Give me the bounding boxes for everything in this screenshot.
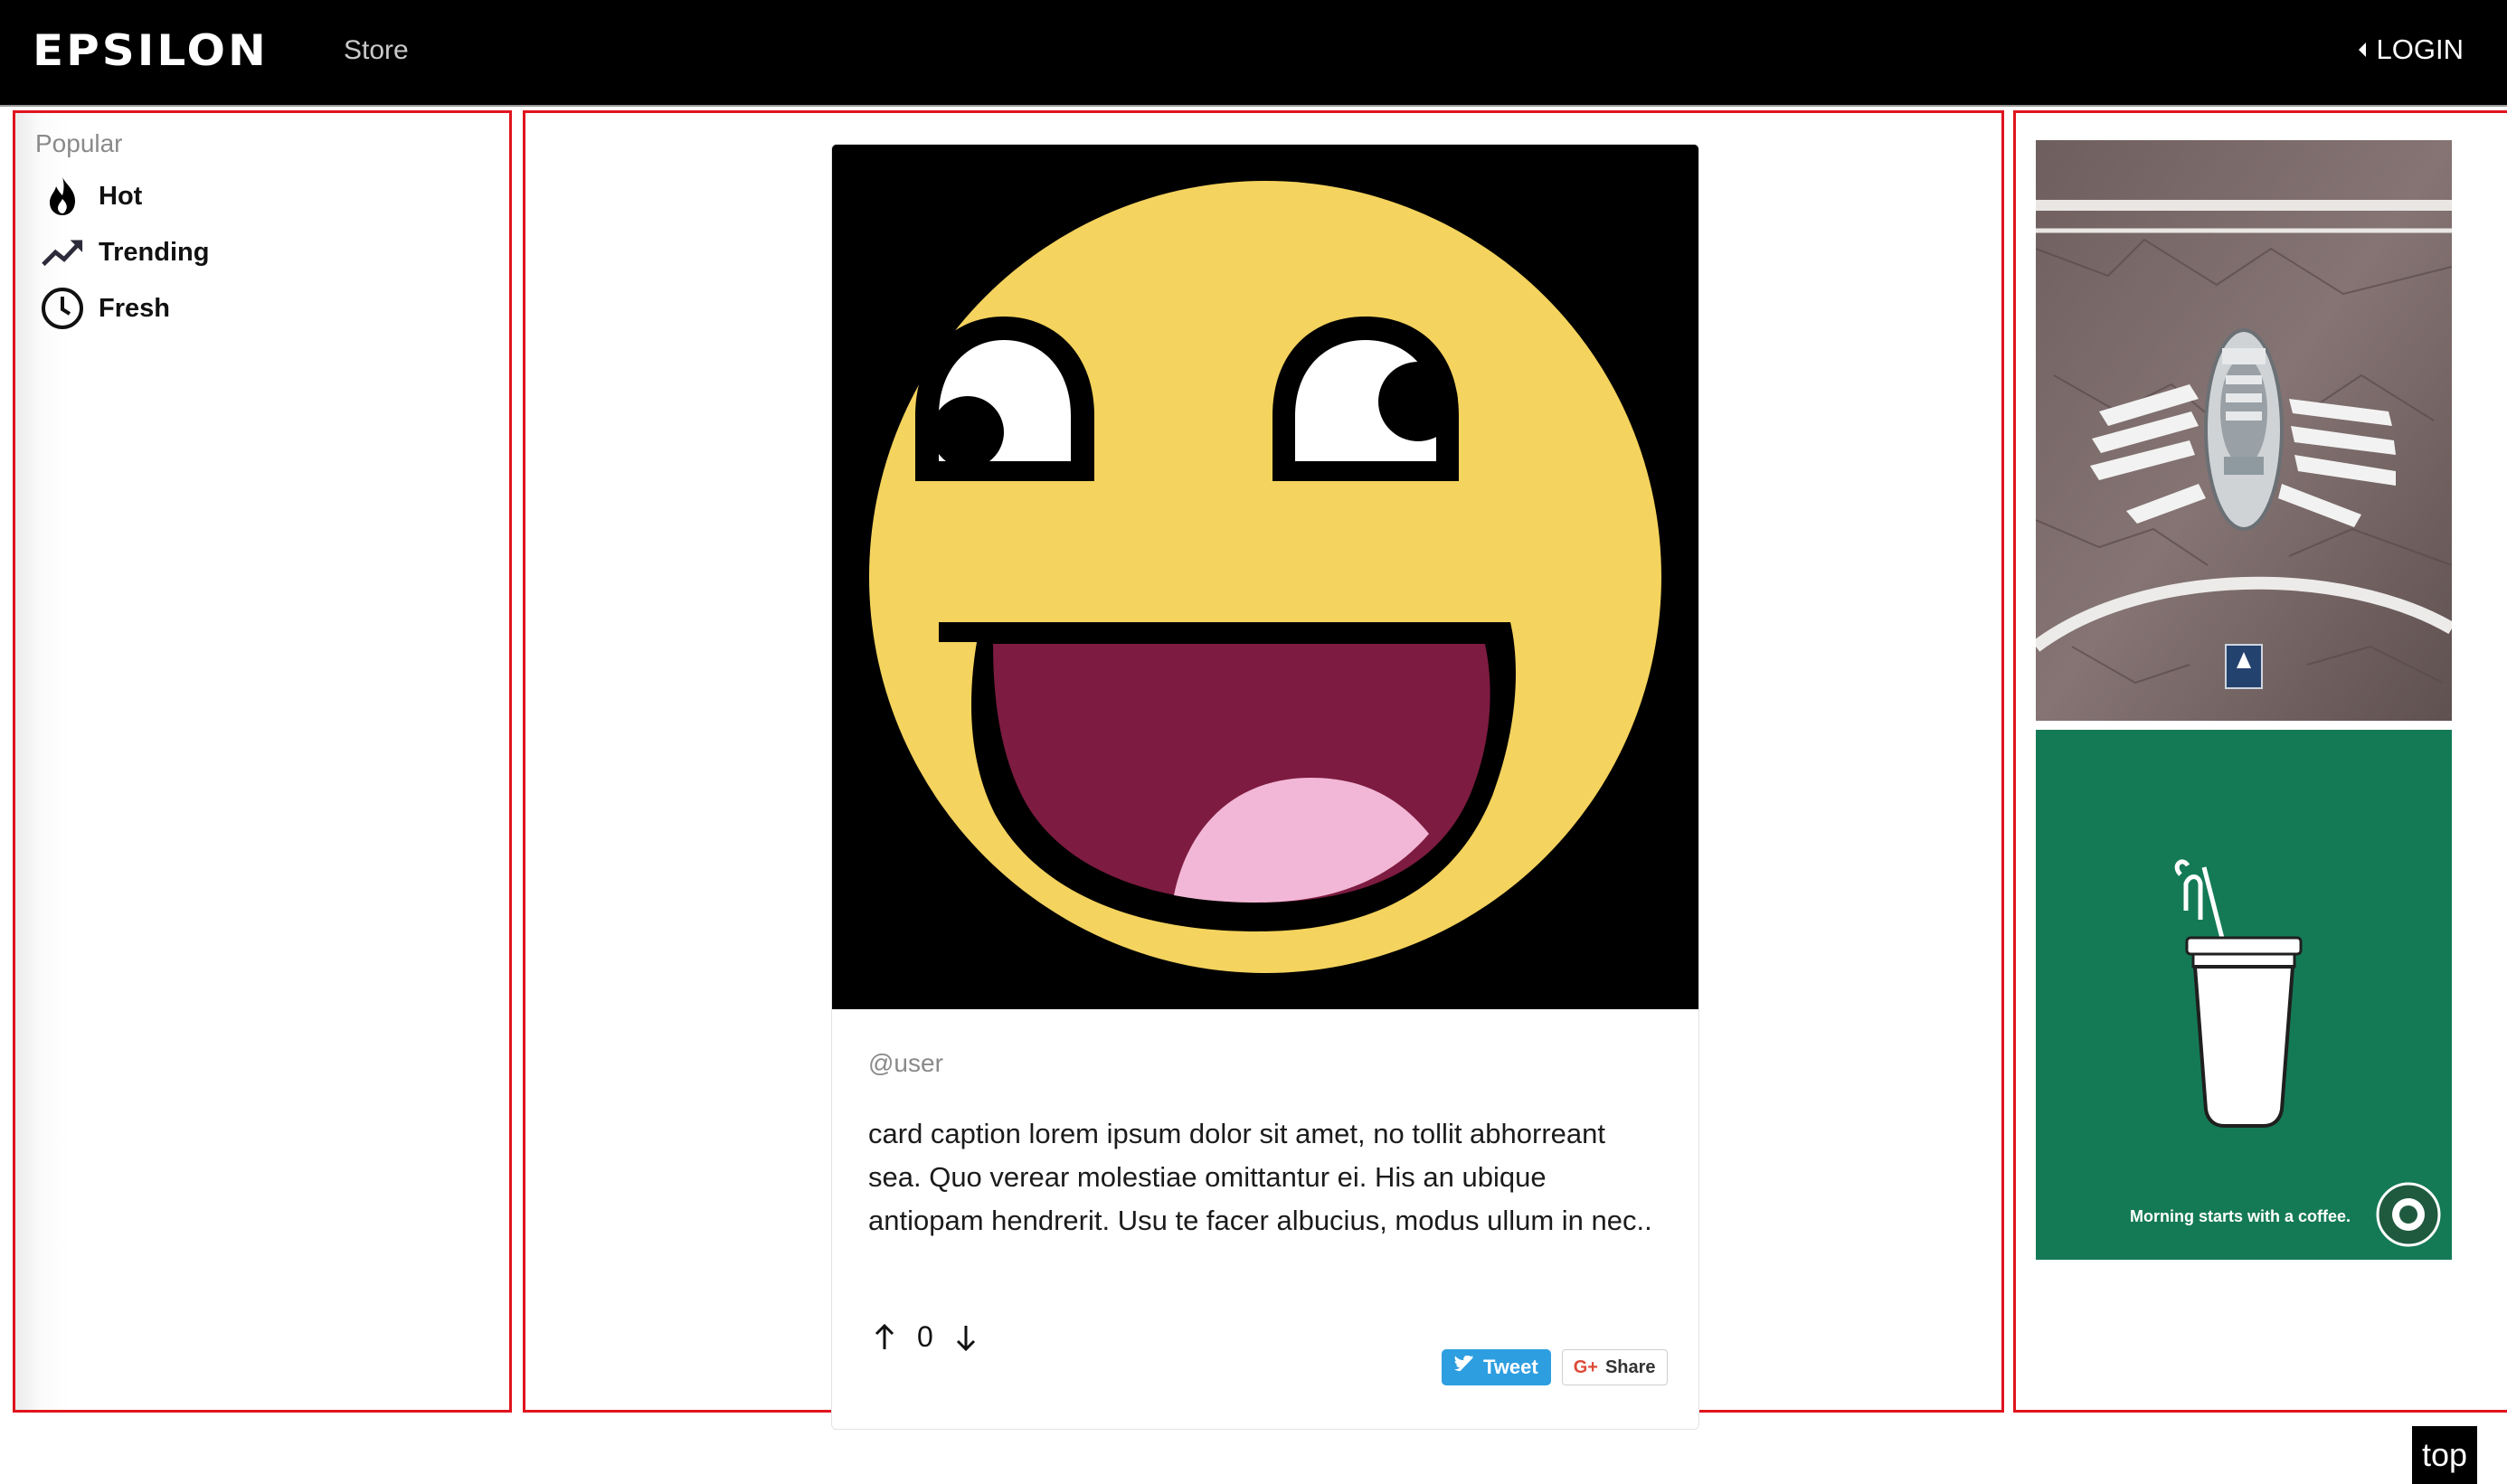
- starbucks-tagline: Morning starts with a coffee.: [2130, 1207, 2351, 1225]
- share-buttons: Tweet G+ Share: [1442, 1349, 1668, 1385]
- store-link[interactable]: Store: [344, 33, 409, 69]
- trending-up-icon: [41, 231, 84, 274]
- vote-controls: 0: [872, 1320, 979, 1354]
- post-caption: card caption lorem ipsum dolor sit amet,…: [868, 1118, 1652, 1236]
- starbucks-ad[interactable]: Morning starts with a coffee.: [2036, 730, 2452, 1260]
- clock-icon: [41, 287, 84, 330]
- post-card: @user card caption lorem ipsum dolor sit…: [831, 144, 1699, 1430]
- sidebar-section-title: Popular: [35, 129, 123, 157]
- upvote-arrow-icon[interactable]: [872, 1321, 897, 1354]
- downvote-arrow-icon[interactable]: [953, 1321, 979, 1354]
- sidebar-item-label: Trending: [99, 237, 210, 267]
- share-label: Share: [1604, 1356, 1656, 1377]
- post-username[interactable]: @user: [868, 1049, 943, 1078]
- sidebar-item-label: Hot: [99, 181, 143, 211]
- right-ads-column: Morning starts with a coffee. top: [2013, 110, 2507, 1484]
- caret-left-icon: [2358, 43, 2366, 57]
- login-label: LOGIN: [2376, 33, 2464, 65]
- main-feed: @user card caption lorem ipsum dolor sit…: [523, 110, 2004, 1430]
- top-navbar: EPSILON Store LOGIN: [0, 0, 2507, 107]
- twitter-bird-icon: [1453, 1355, 1476, 1379]
- tweet-button[interactable]: Tweet: [1442, 1349, 1551, 1385]
- left-sidebar: Popular Hot Trending Fresh: [13, 110, 512, 1413]
- flame-icon: [41, 175, 84, 218]
- post-image[interactable]: [832, 145, 1698, 1009]
- sidebar-item-hot[interactable]: Hot: [41, 175, 142, 218]
- login-button[interactable]: LOGIN: [2358, 31, 2464, 69]
- google-plus-share-button[interactable]: G+ Share: [1561, 1349, 1668, 1385]
- tweet-label: Tweet: [1483, 1356, 1538, 1378]
- sidebar-item-fresh[interactable]: Fresh: [41, 287, 170, 330]
- google-plus-icon: G+: [1573, 1356, 1598, 1377]
- sidebar-item-trending[interactable]: Trending: [41, 231, 209, 274]
- back-to-top-button[interactable]: top: [2412, 1426, 2477, 1484]
- adidas-ad[interactable]: [2036, 140, 2452, 721]
- sidebar-item-label: Fresh: [99, 293, 170, 323]
- vote-score: 0: [917, 1320, 933, 1353]
- site-logo[interactable]: EPSILON: [33, 24, 269, 79]
